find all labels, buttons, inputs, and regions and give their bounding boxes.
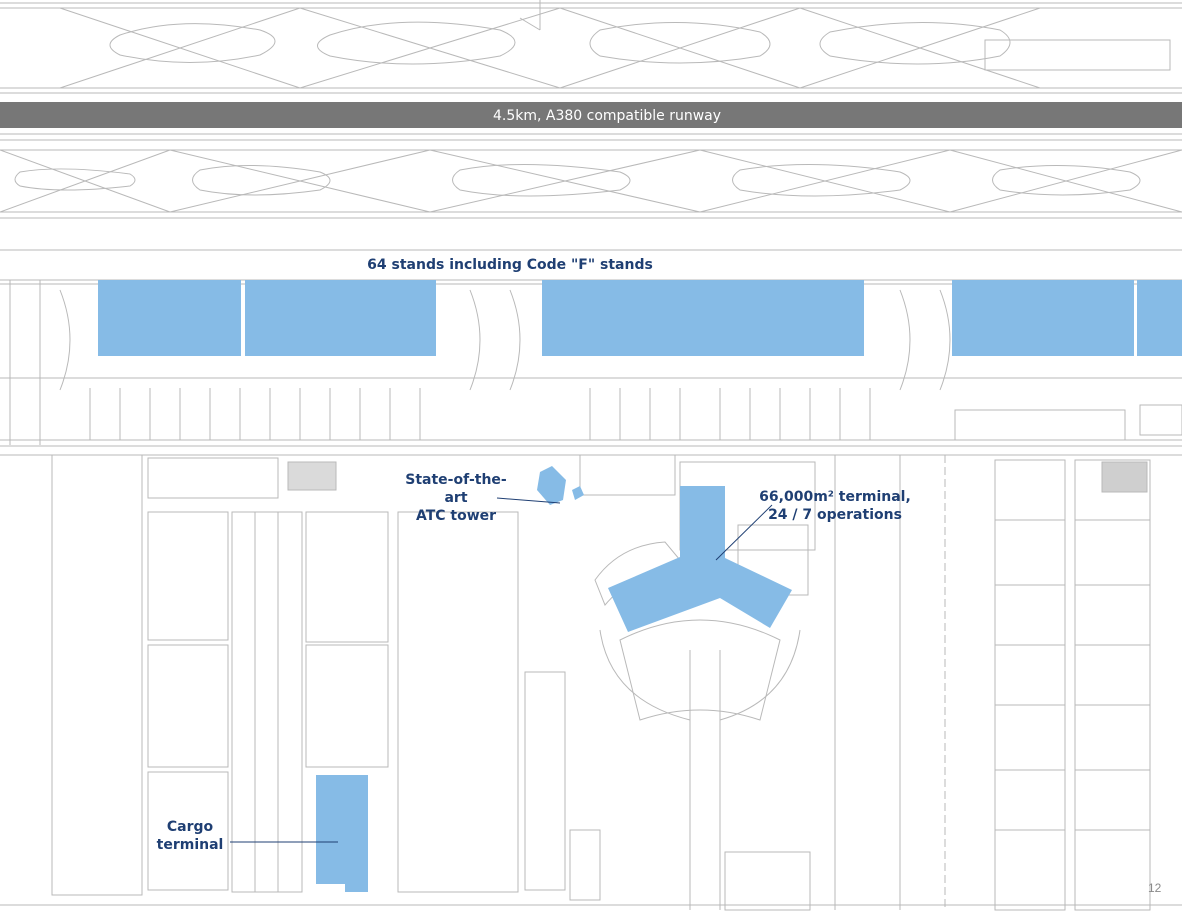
cargo-terminal-building [316,775,368,892]
stand-area-4 [952,280,1134,356]
terminal-label: 66,000m² terminal, 24 / 7 operations [750,488,920,524]
runway-label: 4.5km, A380 compatible runway [492,108,722,124]
stands-label: 64 stands including Code "F" stands [362,256,658,274]
stand-area-5 [1137,280,1182,356]
terminal-label-line2: 24 / 7 operations [768,507,902,523]
page-number: 12 [1148,881,1162,895]
stand-area-1 [98,280,241,356]
atc-tower-label-line2: ATC tower [415,508,497,524]
north-taxiway-network [0,0,1182,94]
atc-tower-label-line1: State-of-the-art [405,472,507,506]
stand-area-3 [542,280,864,356]
south-taxiway-network [0,149,1182,251]
cargo-terminal-label-line2: terminal [156,837,224,853]
highlighted-stands [98,280,1182,356]
terminal-label-line1: 66,000m² terminal, [759,489,911,505]
cargo-terminal-label: Cargo terminal [150,818,230,854]
atc-tower-building [537,466,584,505]
airport-layout-map [0,0,1182,911]
cargo-terminal-label-line1: Cargo [166,819,214,835]
atc-tower-label: State-of-the-art ATC tower [395,471,517,525]
stand-area-2 [245,280,436,356]
